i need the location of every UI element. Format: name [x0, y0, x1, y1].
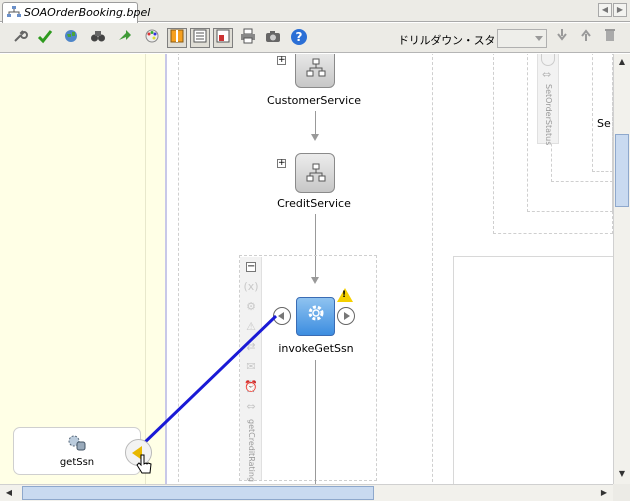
- horizontal-scroll-thumb[interactable]: [22, 486, 374, 500]
- trash-icon[interactable]: [600, 28, 620, 48]
- diagram-toolbar: ? ドリルダウン・スタック:: [0, 23, 630, 53]
- binoculars-icon[interactable]: [88, 28, 108, 48]
- scroll-down-icon[interactable]: ▼: [615, 467, 629, 481]
- scroll-left-icon[interactable]: ◀: [2, 486, 16, 500]
- wrench-icon[interactable]: [10, 28, 30, 48]
- horizontal-scrollbar[interactable]: ◀ ▶: [0, 484, 613, 501]
- layout-list-icon[interactable]: [190, 28, 210, 48]
- scrollbar-corner: [613, 484, 630, 501]
- vertical-scrollbar[interactable]: ▲ ▼: [613, 54, 630, 484]
- print-icon[interactable]: [238, 28, 258, 48]
- tab-scroll-right-icon[interactable]: ▶: [613, 3, 627, 17]
- validate-check-icon[interactable]: [35, 28, 55, 48]
- vertical-scroll-thumb[interactable]: [615, 134, 629, 207]
- hand-cursor-icon: [136, 454, 152, 474]
- help-icon[interactable]: ?: [289, 28, 309, 48]
- drilldown-stack-select[interactable]: [497, 29, 547, 48]
- service-gear-icon: [68, 435, 86, 451]
- tab-scroll-left-icon[interactable]: ◀: [598, 3, 612, 17]
- tab-soaorderbooking[interactable]: SOAOrderBooking.bpel: [2, 2, 150, 23]
- layout-page-icon[interactable]: [213, 28, 233, 48]
- palette-icon[interactable]: [142, 28, 162, 48]
- partner-link-get-ssn[interactable]: getSsn: [13, 427, 141, 475]
- bpel-diagram-canvas[interactable]: ⇔ SetOrderStatus Se + CustomerService + …: [0, 54, 630, 501]
- scroll-up-icon[interactable]: ▲: [615, 55, 629, 69]
- drill-down-icon[interactable]: [552, 28, 572, 48]
- bpel-process-icon: [7, 6, 21, 18]
- scroll-right-icon[interactable]: ▶: [597, 486, 611, 500]
- partner-link-label: getSsn: [59, 457, 95, 468]
- drill-up-icon[interactable]: [576, 28, 596, 48]
- deploy-arrow-icon[interactable]: [115, 28, 135, 48]
- globe-icon[interactable]: [61, 28, 81, 48]
- layout-vertical-icon[interactable]: [167, 28, 187, 48]
- help-glyph: ?: [295, 30, 303, 44]
- camera-icon[interactable]: [263, 28, 283, 48]
- editor-tab-bar: SOAOrderBooking.bpel ◀ ▶: [0, 0, 630, 23]
- chevron-down-icon: [535, 36, 543, 41]
- tab-label: SOAOrderBooking.bpel: [24, 6, 151, 19]
